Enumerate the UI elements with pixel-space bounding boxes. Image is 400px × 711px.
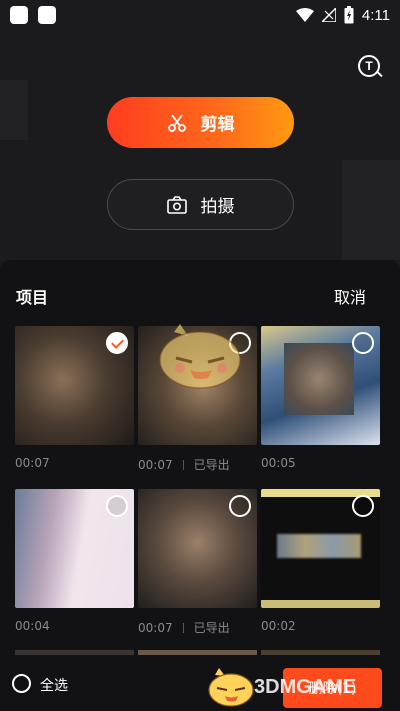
check-icon[interactable]: [106, 332, 128, 354]
status-bar-right: 4:11: [295, 5, 390, 25]
duration-label: 00:04: [15, 619, 50, 633]
watermark-text: 3DMGAME: [254, 676, 357, 698]
sheet-title: 项目: [16, 288, 49, 307]
export-status: 已导出: [193, 458, 230, 472]
export-status: 已导出: [193, 621, 230, 635]
duration-label: 00:02: [261, 619, 296, 633]
project-thumbnail[interactable]: [261, 489, 380, 608]
thumbnail-meta: 00:02: [261, 619, 296, 633]
select-circle[interactable]: [106, 495, 128, 517]
select-all-checkbox[interactable]: [12, 674, 31, 693]
thumbnail-meta: 00:05: [261, 456, 296, 470]
wifi-icon: [295, 8, 314, 22]
text-search-icon[interactable]: T: [358, 55, 383, 78]
battery-icon: [344, 6, 354, 24]
app-notification-icon: [38, 6, 56, 24]
select-all-label[interactable]: 全选: [40, 675, 68, 695]
project-thumbnail[interactable]: [15, 489, 134, 608]
inner-image: [284, 343, 354, 415]
signal-icon: [321, 8, 336, 22]
text-search-glyph: T: [365, 59, 373, 73]
edit-button-label: 剪辑: [200, 115, 235, 135]
edit-button[interactable]: 剪辑: [107, 97, 294, 148]
status-time: 4:11: [361, 6, 390, 24]
background-block: [0, 80, 28, 140]
frame-bar: [261, 600, 380, 608]
divider: [182, 459, 184, 470]
project-thumbnail[interactable]: [138, 489, 257, 608]
thumbnail-meta: 00:04: [15, 619, 50, 633]
duration-label: 00:07: [15, 456, 50, 470]
duration-label: 00:07: [138, 620, 173, 635]
project-thumbnail[interactable]: [261, 326, 380, 445]
divider: [182, 622, 184, 633]
select-circle[interactable]: [229, 495, 251, 517]
select-circle[interactable]: [352, 332, 374, 354]
shoot-button-label: 拍摄: [200, 197, 235, 217]
thumbnail-meta: 00:07 已导出: [138, 619, 230, 636]
duration-label: 00:05: [261, 456, 296, 470]
select-circle[interactable]: [352, 495, 374, 517]
project-thumbnail[interactable]: [15, 326, 134, 445]
cancel-button[interactable]: 取消: [334, 284, 366, 308]
status-bar: 4:11: [0, 0, 400, 30]
inner-image: [277, 534, 361, 558]
background-block: [342, 160, 400, 260]
mascot-logo-icon: [208, 668, 254, 707]
scissors-icon: [167, 113, 186, 132]
app-notification-icon: [10, 6, 28, 24]
mascot-watermark-icon: [159, 324, 241, 389]
thumbnail-meta: 00:07: [15, 456, 50, 470]
shoot-button[interactable]: 拍摄: [107, 179, 294, 230]
duration-label: 00:07: [138, 457, 173, 472]
thumbnail-meta: 00:07 已导出: [138, 456, 230, 473]
camera-icon: [166, 195, 187, 214]
text-search-tail: [376, 70, 383, 78]
